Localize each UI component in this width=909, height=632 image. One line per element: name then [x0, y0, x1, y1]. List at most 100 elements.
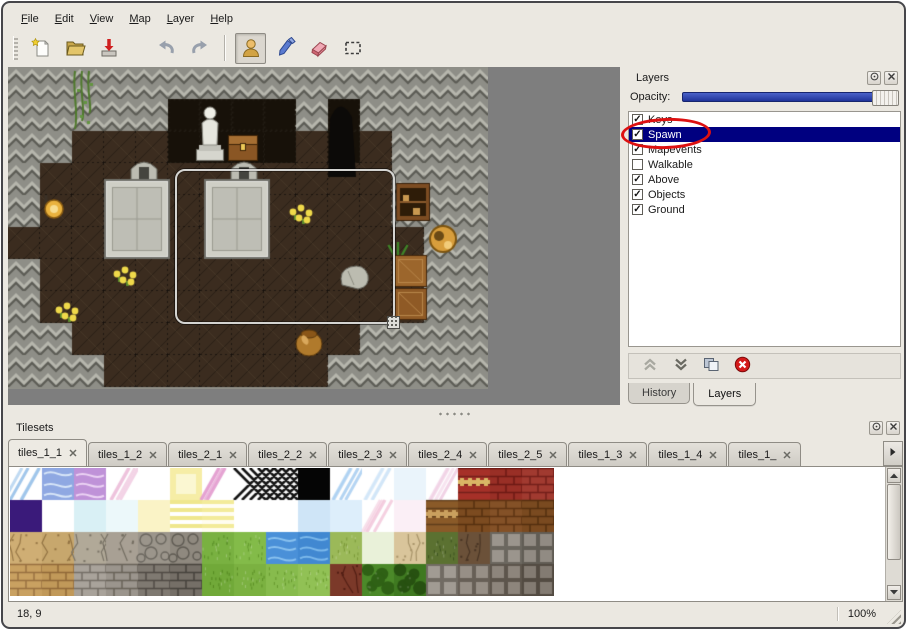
float-icon: [872, 422, 881, 434]
float-button[interactable]: [869, 421, 883, 435]
layer-row-spawn[interactable]: ✓Spawn: [629, 127, 900, 142]
tab-history[interactable]: History: [628, 383, 690, 404]
redo-button[interactable]: [184, 33, 215, 64]
paint-tool-button[interactable]: [269, 33, 300, 64]
layer-visibility-checkbox[interactable]: ✓: [632, 189, 643, 200]
scroll-up-button[interactable]: [887, 468, 901, 483]
close-button[interactable]: [886, 421, 900, 435]
eraser-tool-icon: [308, 37, 330, 59]
close-button[interactable]: [884, 71, 898, 85]
tileset-tab-tiles_1_3[interactable]: tiles_1_3: [568, 442, 647, 466]
person-tool-icon: [240, 37, 262, 59]
save-button[interactable]: [93, 33, 124, 64]
tilesets-dock-titlebar: Tilesets: [8, 419, 903, 436]
menu-layer[interactable]: Layer: [159, 9, 203, 29]
layer-name: Walkable: [648, 159, 693, 171]
tab-close-icon[interactable]: [549, 451, 557, 459]
redo-icon: [189, 37, 211, 59]
palette-scrollbar[interactable]: [885, 467, 902, 601]
toolbar-grip[interactable]: [13, 36, 18, 60]
menu-edit[interactable]: Edit: [47, 9, 82, 29]
tileset-tab-tiles_1_[interactable]: tiles_1_: [728, 442, 801, 466]
menu-view[interactable]: View: [82, 9, 122, 29]
tile-palette-canvas[interactable]: [10, 468, 554, 596]
scroll-up-icon: [889, 470, 899, 482]
layer-row-walkable[interactable]: Walkable: [629, 157, 900, 172]
tileset-tab-tiles_2_3[interactable]: tiles_2_3: [328, 442, 407, 466]
tileset-tab-tiles_1_4[interactable]: tiles_1_4: [648, 442, 727, 466]
tileset-tab-tiles_2_5[interactable]: tiles_2_5: [488, 442, 567, 466]
tab-close-icon[interactable]: [229, 451, 237, 459]
tab-close-icon[interactable]: [629, 451, 637, 459]
scrollbar-handle[interactable]: [887, 484, 901, 560]
move-down-button[interactable]: [668, 356, 693, 377]
menu-help[interactable]: Help: [202, 9, 241, 29]
layer-name: Mapevents: [648, 144, 702, 156]
tab-close-icon[interactable]: [149, 451, 157, 459]
new-file-button[interactable]: [25, 33, 56, 64]
duplicate-button[interactable]: [699, 356, 724, 377]
cursor-coordinates: 18, 9: [17, 608, 41, 620]
tile-palette: [8, 466, 903, 602]
float-button[interactable]: [867, 71, 881, 85]
layer-visibility-checkbox[interactable]: ✓: [632, 144, 643, 155]
opacity-slider[interactable]: [682, 92, 899, 102]
tileset-tab-tiles_1_1[interactable]: tiles_1_1: [8, 439, 87, 466]
opacity-row: Opacity:: [630, 89, 899, 105]
opacity-slider-handle[interactable]: [872, 90, 899, 106]
layer-visibility-checkbox[interactable]: ✓: [632, 114, 643, 125]
layer-row-keys[interactable]: ✓ Keys: [629, 112, 900, 127]
toolbar-separator: [224, 35, 226, 61]
layer-visibility-checkbox[interactable]: ✓: [632, 129, 643, 140]
tileset-tab-tiles_2_2[interactable]: tiles_2_2: [248, 442, 327, 466]
delete-button[interactable]: [730, 356, 755, 377]
menu-map[interactable]: Map: [121, 9, 158, 29]
tab-close-icon[interactable]: [309, 451, 317, 459]
eraser-tool-button[interactable]: [303, 33, 334, 64]
layer-row-mapevents[interactable]: ✓ Mapevents: [629, 142, 900, 157]
paint-tool-icon: [274, 37, 296, 59]
tileset-tab-tiles_2_1[interactable]: tiles_2_1: [168, 442, 247, 466]
scroll-down-icon: [889, 587, 899, 599]
status-bar: 18, 9 100%: [5, 603, 902, 625]
tilesets-dock: Tilesets tiles_1_1tiles_1_2tiles_2_1tile…: [6, 417, 905, 605]
layer-row-above[interactable]: ✓Above: [629, 172, 900, 187]
selection-resize-handle[interactable]: [387, 316, 400, 329]
layer-visibility-checkbox[interactable]: [632, 159, 643, 170]
dock-tab-bar: HistoryLayers: [628, 383, 759, 409]
layer-name: Keys: [648, 114, 672, 126]
tab-close-icon[interactable]: [469, 451, 477, 459]
tileset-tab-tiles_2_4[interactable]: tiles_2_4: [408, 442, 487, 466]
float-icon: [870, 72, 879, 84]
dock-splitter[interactable]: [8, 410, 899, 417]
tab-scroll-right-button[interactable]: [883, 441, 903, 466]
map-view: [8, 67, 620, 405]
scroll-down-button[interactable]: [887, 585, 901, 600]
tab-close-icon[interactable]: [783, 451, 791, 459]
layer-row-objects[interactable]: ✓Objects: [629, 187, 900, 202]
tab-layers[interactable]: Layers: [693, 383, 756, 406]
menu-file[interactable]: File: [13, 9, 47, 29]
tab-close-icon[interactable]: [709, 451, 717, 459]
undo-button[interactable]: [150, 33, 181, 64]
open-folder-icon: [64, 37, 86, 59]
zoom-level: 100%: [848, 608, 876, 620]
map-selection-rect[interactable]: [175, 169, 395, 324]
layer-row-ground[interactable]: ✓Ground: [629, 202, 900, 217]
tab-close-icon[interactable]: [389, 451, 397, 459]
toolbar: [7, 30, 900, 66]
select-tool-button[interactable]: [337, 33, 368, 64]
layers-dock-titlebar: Layers: [628, 69, 901, 86]
open-folder-button[interactable]: [59, 33, 90, 64]
person-tool-button[interactable]: [235, 33, 266, 64]
splitter-handle-icon: [437, 412, 471, 416]
new-file-icon: [30, 37, 52, 59]
tab-close-icon[interactable]: [69, 449, 77, 457]
app-window: FileEditViewMapLayerHelp Layers Opacity:…: [1, 1, 906, 629]
scroll-right-icon: [889, 447, 897, 460]
layer-visibility-checkbox[interactable]: ✓: [632, 174, 643, 185]
tileset-tab-tiles_1_2[interactable]: tiles_1_2: [88, 442, 167, 466]
menu-bar: FileEditViewMapLayerHelp: [7, 8, 900, 30]
move-up-button[interactable]: [637, 356, 662, 377]
layer-visibility-checkbox[interactable]: ✓: [632, 204, 643, 215]
